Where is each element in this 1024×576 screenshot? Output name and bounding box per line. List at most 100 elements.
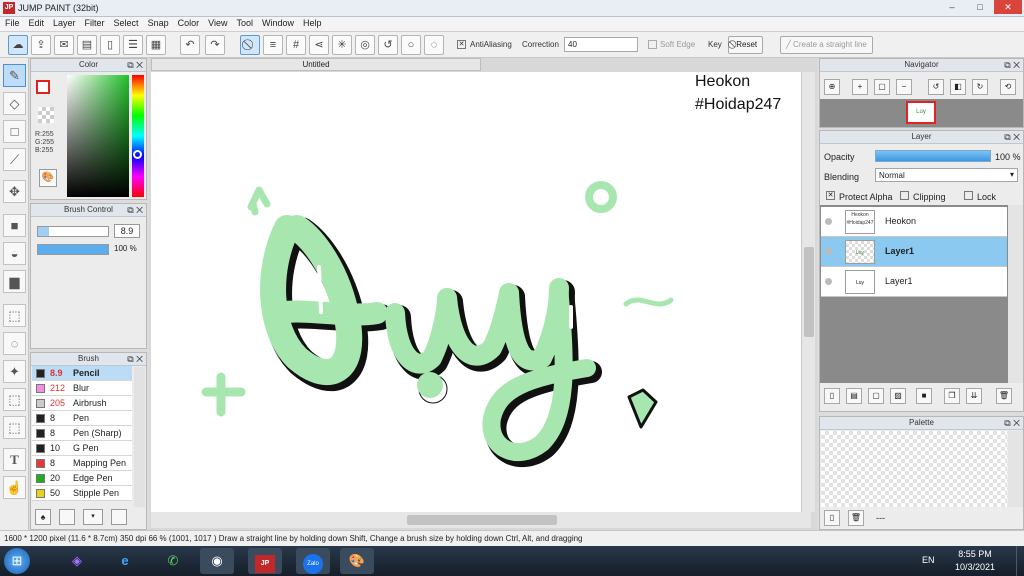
line-tool-icon[interactable]: ⟋	[3, 148, 26, 171]
whatsapp-icon[interactable]: ✆	[156, 548, 190, 574]
chrome-icon[interactable]: ◉	[200, 548, 234, 574]
hand-tool-icon[interactable]: ☝	[3, 476, 26, 499]
list-icon[interactable]: ☰	[123, 35, 143, 55]
snap-radial-icon[interactable]: ✳	[332, 35, 352, 55]
fill-rect-tool-icon[interactable]: ■	[3, 214, 26, 237]
new-brush-icon[interactable]	[59, 509, 75, 525]
close-icon[interactable]: ⧉ ✕	[1004, 131, 1020, 143]
brush-item[interactable]: 10 G Pen	[32, 441, 132, 456]
flip-icon[interactable]: ◧	[950, 79, 966, 95]
brush-item[interactable]: 8 Pen	[32, 411, 132, 426]
menu-window[interactable]: Window	[257, 17, 298, 28]
paint-icon[interactable]: 🎨	[340, 548, 374, 574]
close-icon[interactable]: ⧉ ✕	[1004, 59, 1020, 71]
show-desktop-button[interactable]	[1016, 546, 1024, 576]
navigator-preview[interactable]: Luy	[820, 99, 1023, 127]
brush-tool-icon[interactable]: ✎	[3, 64, 26, 87]
blending-select[interactable]: Normal ▾	[875, 168, 1018, 182]
primary-color-swatch[interactable]	[36, 80, 50, 94]
select-eraser-tool-icon[interactable]: ⬚	[3, 416, 26, 439]
maximize-button[interactable]: □	[966, 0, 994, 14]
menu-file[interactable]: File	[0, 17, 24, 28]
new-folder-icon[interactable]: ■	[916, 388, 932, 404]
eraser-tool-icon[interactable]: ◇	[3, 92, 26, 115]
visibility-icon[interactable]	[825, 278, 832, 285]
brush-opacity-slider[interactable]	[37, 244, 109, 255]
undo-icon[interactable]: ↶	[180, 35, 200, 55]
cloud-icon[interactable]: ☁	[8, 35, 28, 55]
snap-off-icon[interactable]: ⃠	[240, 35, 260, 55]
merge-down-icon[interactable]: ⇊	[966, 388, 982, 404]
layer-opacity-slider[interactable]	[875, 150, 991, 162]
menu-select[interactable]: Select	[109, 17, 143, 28]
zoom-actual-icon[interactable]: ▢	[874, 79, 890, 95]
snap-circle-icon[interactable]: ○	[401, 35, 421, 55]
new-palette-icon[interactable]: ▯	[824, 510, 840, 526]
close-icon[interactable]: ⧉ ✕	[127, 353, 143, 365]
brush-item[interactable]: 8.9 Pencil	[32, 366, 132, 381]
minimize-button[interactable]: –	[938, 0, 966, 14]
horizontal-scroll-thumb[interactable]	[407, 515, 557, 525]
language-indicator[interactable]: EN	[922, 555, 935, 565]
zoom-out-icon[interactable]: −	[896, 79, 912, 95]
layer-row[interactable]: Luy Layer1	[821, 267, 1007, 297]
transparent-swatch[interactable]	[38, 107, 54, 123]
close-icon[interactable]: ⧉ ✕	[127, 59, 143, 71]
clock[interactable]: 8:55 PM 10/3/2021	[955, 548, 995, 574]
drawing-canvas[interactable]: Heokon #Hoidap247	[151, 72, 801, 512]
menu-filter[interactable]: Filter	[80, 17, 109, 28]
brush-list-scrollbar[interactable]	[134, 367, 145, 507]
lock-checkbox[interactable]	[964, 191, 973, 200]
redo-icon[interactable]: ↷	[205, 35, 225, 55]
brush-size-slider[interactable]	[37, 226, 109, 237]
snap-concentric-icon[interactable]: ◎	[355, 35, 375, 55]
zoom-fit-icon[interactable]: ⊕	[824, 79, 840, 95]
antialiasing-checkbox[interactable]: ✕	[457, 40, 466, 49]
correction-select[interactable]: 40	[564, 37, 638, 52]
brush-item[interactable]: 212 Blur	[32, 381, 132, 396]
brush-item[interactable]: 8 Mapping Pen	[32, 456, 132, 471]
delete-brush-icon[interactable]	[111, 509, 127, 525]
menu-tool[interactable]: Tool	[231, 17, 257, 28]
delete-layer-icon[interactable]: 🗑	[996, 388, 1012, 404]
new-layer-icon[interactable]: ▯	[824, 388, 840, 404]
zalo-icon[interactable]: Zalo	[296, 548, 330, 574]
rect-tool-icon[interactable]: □	[3, 120, 26, 143]
snap-grid-icon[interactable]: #	[286, 35, 306, 55]
select-rect-tool-icon[interactable]: ⬚	[3, 304, 26, 327]
close-icon[interactable]: ⧉ ✕	[1004, 417, 1020, 429]
brush-menu-icon[interactable]: ▾	[83, 509, 103, 525]
layer-row-selected[interactable]: Luy Layer1	[821, 237, 1007, 267]
snap-perspective-icon[interactable]: ⋖	[309, 35, 329, 55]
brush-item[interactable]: 50 Stipple Pen	[32, 486, 132, 501]
zoom-in-icon[interactable]: +	[852, 79, 868, 95]
visual-studio-icon[interactable]: ◈	[60, 548, 94, 574]
palette-scrollbar[interactable]	[1008, 431, 1023, 507]
reset-rotation-icon[interactable]: ⟲	[1000, 79, 1016, 95]
message-icon[interactable]: ▤	[77, 35, 97, 55]
protect-alpha-checkbox[interactable]: ✕	[826, 191, 835, 200]
delete-palette-icon[interactable]: 🗑	[848, 510, 864, 526]
rotate-right-icon[interactable]: ↻	[972, 79, 988, 95]
comment-icon[interactable]: ✉	[54, 35, 74, 55]
visibility-icon[interactable]	[825, 218, 832, 225]
soft-edge-checkbox[interactable]	[648, 40, 657, 49]
brush-size-value[interactable]: 8.9	[114, 224, 140, 238]
bucket-tool-icon[interactable]: ◒	[3, 242, 26, 265]
new-8bit-layer-icon[interactable]: ▢	[868, 388, 884, 404]
magic-wand-tool-icon[interactable]: ✦	[3, 360, 26, 383]
vertical-scrollbar[interactable]	[801, 72, 815, 512]
close-icon[interactable]: ⧉ ✕	[127, 204, 143, 216]
visibility-icon[interactable]	[825, 248, 832, 255]
gradient-tool-icon[interactable]: ▆	[3, 270, 26, 293]
brush-item[interactable]: 8 Pen (Sharp)	[32, 426, 132, 441]
brush-item[interactable]: 20 Edge Pen	[32, 471, 132, 486]
move-tool-icon[interactable]: ✥	[3, 180, 26, 203]
menu-edit[interactable]: Edit	[24, 17, 49, 28]
internet-explorer-icon[interactable]: e	[108, 548, 142, 574]
jump-paint-icon[interactable]: JP	[248, 548, 282, 574]
document-tab[interactable]: Untitled	[151, 58, 481, 71]
text-tool-icon[interactable]: T	[3, 448, 26, 471]
document-icon[interactable]: ▯	[100, 35, 120, 55]
brush-settings-icon[interactable]: ♠	[35, 509, 51, 525]
